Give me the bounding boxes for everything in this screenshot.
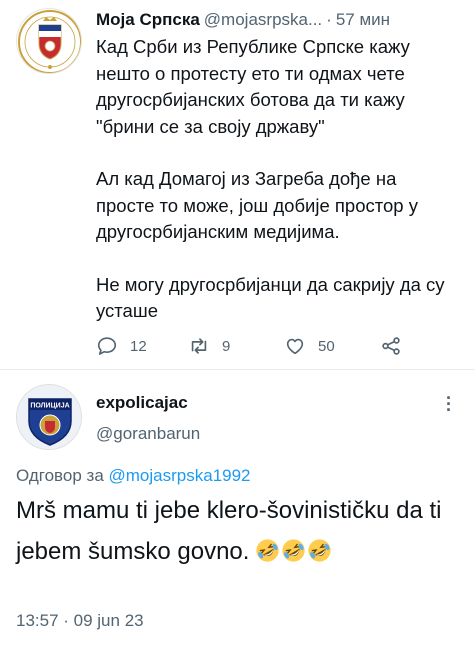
like-button[interactable]: 50 [284,333,335,359]
rolling-laughing-emoji [256,539,280,562]
more-options-icon[interactable]: · · · [440,389,458,419]
tweet-divider [0,369,474,370]
police-badge-avatar[interactable]: ПОЛИЦИЈА [16,384,82,450]
reply-button[interactable]: 12 [96,333,147,359]
handle[interactable]: @mojasrpska... [204,10,322,29]
coat-of-arms-avatar[interactable] [16,8,82,74]
display-name[interactable]: Моја Српска [96,10,200,29]
reply-context: Одговор за @mojasrpska1992 [16,466,251,486]
tweet-paragraph: Ал кад Домагој из Загреба дође на просте… [96,168,418,242]
tweet-paragraph: Не могу другосрбијанци да сакрију да су … [96,273,445,322]
share-button[interactable] [380,333,414,359]
tweet-actions: 12 9 50 [96,333,426,359]
tweet-timestamp[interactable]: 13:57 · 09 jun 23 [16,611,144,631]
retweet-button[interactable]: 9 [188,333,230,359]
reply-count: 12 [130,337,147,355]
tweet-header: Моја Српска @mojasrpska... · 57 мин [96,10,462,34]
badge-text: ПОЛИЦИЈА [30,403,69,410]
reply-target-link[interactable]: @mojasrpska1992 [109,466,251,485]
tweet-text: Кад Срби из Републике Српске кажу нешто … [96,34,458,325]
handle[interactable]: @goranbarun [96,424,200,444]
share-icon [382,337,400,355]
tweet-time[interactable]: 57 мин [336,10,390,29]
like-icon [286,338,304,355]
reply-icon [97,337,117,355]
rolling-laughing-emoji [308,539,332,562]
tweet-original[interactable]: Моја Српска @mojasrpska... · 57 мин Кад Срб… [0,0,474,370]
rolling-laughing-emoji [282,539,306,562]
tweet-paragraph: Кад Срби из Републике Српске кажу нешто … [96,36,410,137]
separator: · [326,10,332,29]
like-count: 50 [318,337,335,355]
reply-text: Mrš mamu ti jebe klero-šovinističku da t… [16,497,442,565]
display-name[interactable]: expolicajac [96,393,188,413]
reply-prefix: Одговор за [16,466,104,485]
reply-tweet-text: Mrš mamu ti jebe klero-šovinističku da t… [16,490,466,572]
retweet-icon [191,338,207,354]
retweet-count: 9 [222,337,231,355]
